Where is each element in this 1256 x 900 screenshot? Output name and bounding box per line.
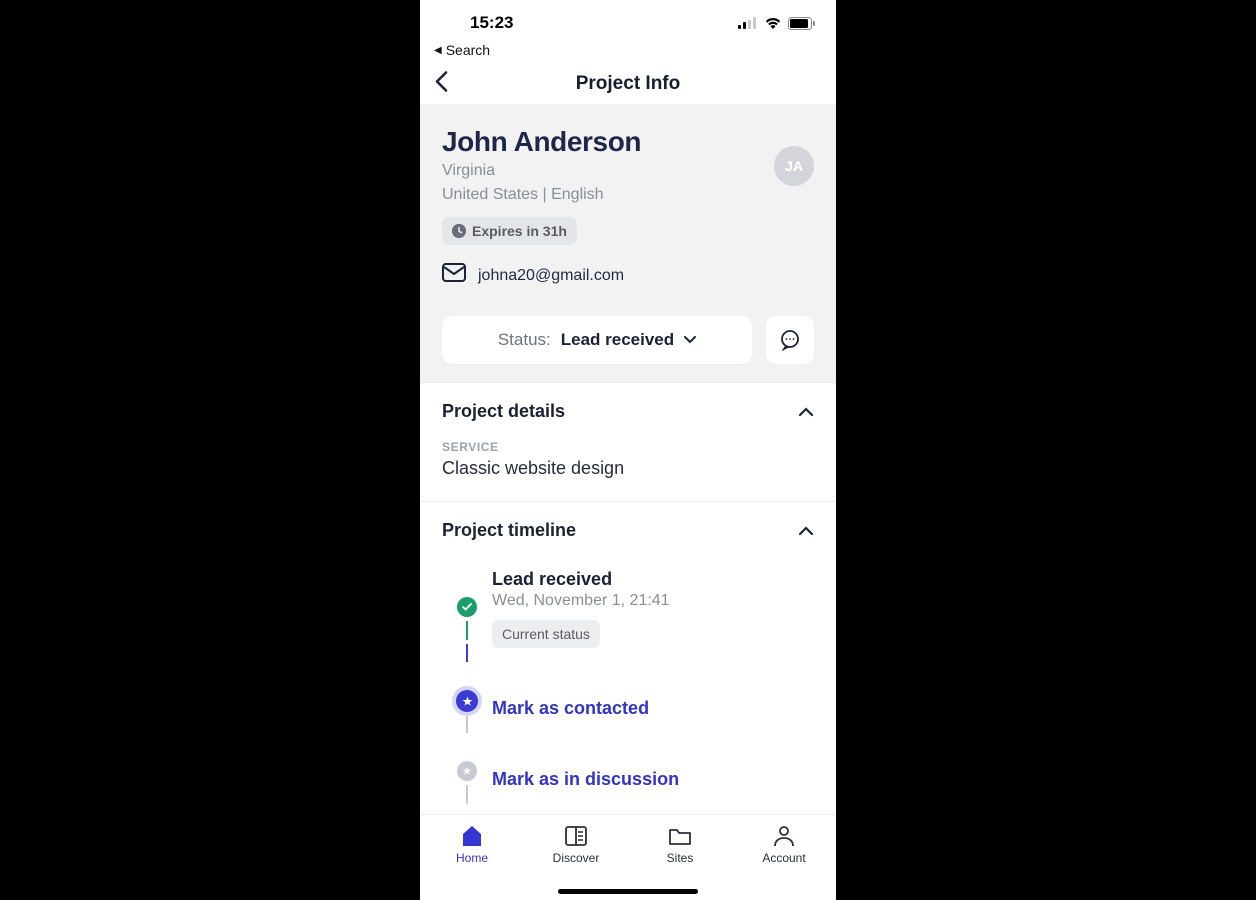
status-time: 15:23 [470, 13, 513, 33]
timeline-line [466, 716, 468, 733]
home-indicator [558, 889, 698, 894]
current-status-badge: Current status [492, 620, 600, 648]
status-value: Lead received [561, 330, 674, 350]
status-bar: 15:23 [420, 8, 836, 38]
service-value: Classic website design [442, 458, 814, 479]
back-button[interactable] [434, 71, 448, 98]
nav-header: Project Info [420, 64, 836, 104]
contact-name: John Anderson [442, 126, 814, 158]
project-timeline-title: Project timeline [442, 520, 576, 541]
timeline-line [466, 644, 468, 663]
tab-account[interactable]: Account [744, 825, 824, 900]
project-timeline-header[interactable]: Project timeline [420, 502, 836, 551]
project-details-header[interactable]: Project details [420, 383, 836, 432]
wifi-icon [764, 17, 782, 29]
mail-icon [442, 263, 466, 288]
timeline-line [466, 785, 468, 804]
tab-bar: Home Discover Sites Account [420, 814, 836, 900]
back-label: Search [446, 42, 490, 58]
status-prefix: Status: [498, 330, 551, 350]
app-screen: 15:23 [420, 0, 836, 900]
tab-label: Sites [667, 851, 694, 865]
service-label: SERVICE [442, 440, 814, 454]
chevron-up-icon [798, 407, 814, 417]
email-row[interactable]: johna20@gmail.com [442, 263, 814, 288]
chat-icon [779, 329, 801, 351]
tab-home[interactable]: Home [432, 825, 512, 900]
project-details-section: Project details SERVICE Classic website … [420, 382, 836, 501]
clock-icon [452, 224, 466, 238]
signal-icon [738, 17, 758, 29]
account-icon [772, 825, 796, 847]
tab-label: Discover [553, 851, 600, 865]
star-bullet-icon [456, 690, 478, 712]
expires-chip: Expires in 31h [442, 217, 577, 245]
avatar[interactable]: JA [774, 146, 814, 186]
expires-label: Expires in 31h [472, 223, 567, 239]
chevron-up-icon [798, 526, 814, 536]
timeline-title: Lead received [492, 569, 670, 590]
mark-contacted-button[interactable]: Mark as contacted [492, 698, 649, 719]
timeline-item-todo: Mark as in discussion [442, 733, 814, 804]
chevron-left-icon [434, 71, 448, 93]
tab-label: Home [456, 851, 488, 865]
discover-icon [564, 825, 588, 847]
contact-region: Virginia [442, 160, 814, 182]
page-title: Project Info [576, 73, 681, 95]
check-bullet-icon [457, 597, 477, 617]
folder-icon [668, 825, 692, 847]
back-triangle-icon: ◀ [434, 45, 442, 56]
timeline-item-active: Mark as contacted [442, 662, 814, 733]
tab-label: Account [762, 851, 805, 865]
project-details-body: SERVICE Classic website design [420, 432, 836, 501]
chat-button[interactable] [766, 316, 814, 364]
home-icon [460, 825, 484, 847]
breadcrumb-back[interactable]: ◀ Search [420, 38, 836, 64]
star-bullet-icon [457, 761, 477, 781]
project-details-title: Project details [442, 401, 565, 422]
scroll-area[interactable]: John Anderson Virginia United States | E… [420, 104, 836, 900]
timeline-item-done: Lead received Wed, November 1, 21:41 Cur… [442, 561, 814, 662]
contact-header: John Anderson Virginia United States | E… [420, 104, 836, 382]
timeline-line [466, 621, 468, 640]
mark-discussion-button[interactable]: Mark as in discussion [492, 769, 679, 790]
contact-locale: United States | English [442, 184, 814, 206]
status-select[interactable]: Status: Lead received [442, 316, 752, 364]
timeline-subtitle: Wed, November 1, 21:41 [492, 592, 670, 610]
email-value: johna20@gmail.com [478, 267, 624, 285]
chevron-down-icon [684, 336, 696, 344]
status-icons [738, 17, 816, 30]
battery-icon [788, 17, 816, 30]
